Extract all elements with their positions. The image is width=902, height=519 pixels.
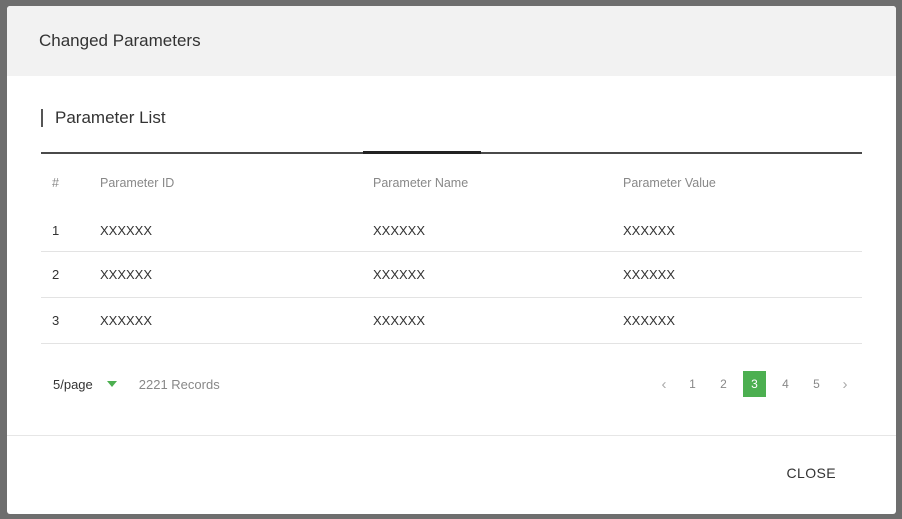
page-1-button[interactable]: 1 — [681, 371, 704, 397]
column-header-parameter-id[interactable]: Parameter ID — [100, 176, 373, 190]
records-count: 2221 Records — [138, 376, 220, 392]
pagination-bar: 5/page 2221 Records ‹ 1 2 3 4 5 › — [41, 370, 862, 398]
section-title-label: Parameter List — [55, 108, 166, 127]
column-header-parameter-value[interactable]: Parameter Value — [623, 176, 862, 190]
table-header-row: # Parameter ID Parameter Name Parameter … — [41, 154, 862, 210]
caret-down-icon[interactable] — [106, 381, 117, 387]
column-header-number: # — [52, 176, 59, 190]
page-size-select[interactable]: 5/page — [41, 377, 139, 392]
table-row: 1 XXXXXX XXXXXX XXXXXX — [41, 210, 862, 252]
parameter-value-cell: XXXXXX — [623, 313, 676, 328]
section-title-bar — [41, 109, 43, 127]
parameter-id-cell: XXXXXX — [100, 223, 153, 238]
row-number: 3 — [52, 313, 60, 328]
page-5-button[interactable]: 5 — [805, 371, 828, 397]
table-row: 2 XXXXXX XXXXXX XXXXXX — [41, 252, 862, 298]
row-number: 2 — [52, 267, 60, 282]
pager: ‹ 1 2 3 4 5 › — [647, 371, 862, 397]
parameter-value-cell: XXXXXX — [623, 267, 676, 282]
close-button[interactable]: CLOSE — [787, 465, 836, 481]
parameter-value-cell: XXXXXX — [623, 223, 676, 238]
prev-page-icon[interactable]: ‹ — [655, 371, 673, 397]
page-4-button[interactable]: 4 — [774, 371, 797, 397]
table-rule-accent — [363, 151, 481, 154]
table-row: 3 XXXXXX XXXXXX XXXXXX — [41, 298, 862, 344]
footer-divider — [7, 435, 896, 436]
parameter-name-cell: XXXXXX — [373, 313, 426, 328]
column-header-parameter-name[interactable]: Parameter Name — [373, 176, 623, 190]
page-2-button[interactable]: 2 — [712, 371, 735, 397]
parameter-name-cell: XXXXXX — [373, 223, 426, 238]
next-page-icon[interactable]: › — [836, 371, 854, 397]
page-size-value: 5/page — [53, 376, 93, 392]
parameter-id-cell: XXXXXX — [100, 313, 153, 328]
dialog-header: Changed Parameters — [7, 6, 896, 76]
parameter-name-cell: XXXXXX — [373, 267, 426, 282]
parameter-table: # Parameter ID Parameter Name Parameter … — [41, 151, 862, 344]
changed-parameters-dialog: Changed Parameters Parameter List # Para… — [7, 6, 896, 514]
section-title: Parameter List — [41, 108, 166, 128]
parameter-id-cell: XXXXXX — [100, 267, 153, 282]
row-number: 1 — [52, 223, 60, 238]
table-top-rule — [41, 151, 862, 154]
page-3-button[interactable]: 3 — [743, 371, 766, 397]
dialog-title: Changed Parameters — [39, 31, 201, 50]
